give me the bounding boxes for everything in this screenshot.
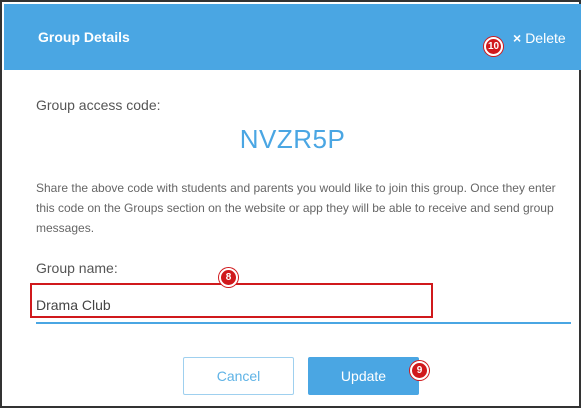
cancel-button[interactable]: Cancel xyxy=(183,357,294,395)
group-name-input[interactable] xyxy=(36,284,571,324)
update-button[interactable]: Update xyxy=(308,357,419,395)
callout-marker-update: 9 xyxy=(410,361,429,380)
group-name-label: Group name: xyxy=(36,260,118,276)
group-details-dialog: Group Details 10 × Delete Group access c… xyxy=(0,0,581,408)
access-code-description: Share the above code with students and p… xyxy=(36,181,556,235)
access-code-label: Group access code: xyxy=(36,97,161,113)
callout-marker-input: 8 xyxy=(219,268,238,287)
close-icon: × xyxy=(513,30,522,46)
access-code-value: NVZR5P xyxy=(239,124,346,154)
dialog-header: Group Details 10 × Delete xyxy=(4,4,581,70)
delete-button[interactable]: × Delete xyxy=(488,28,566,48)
delete-button-label: Delete xyxy=(525,30,566,46)
dialog-title: Group Details xyxy=(38,29,130,45)
